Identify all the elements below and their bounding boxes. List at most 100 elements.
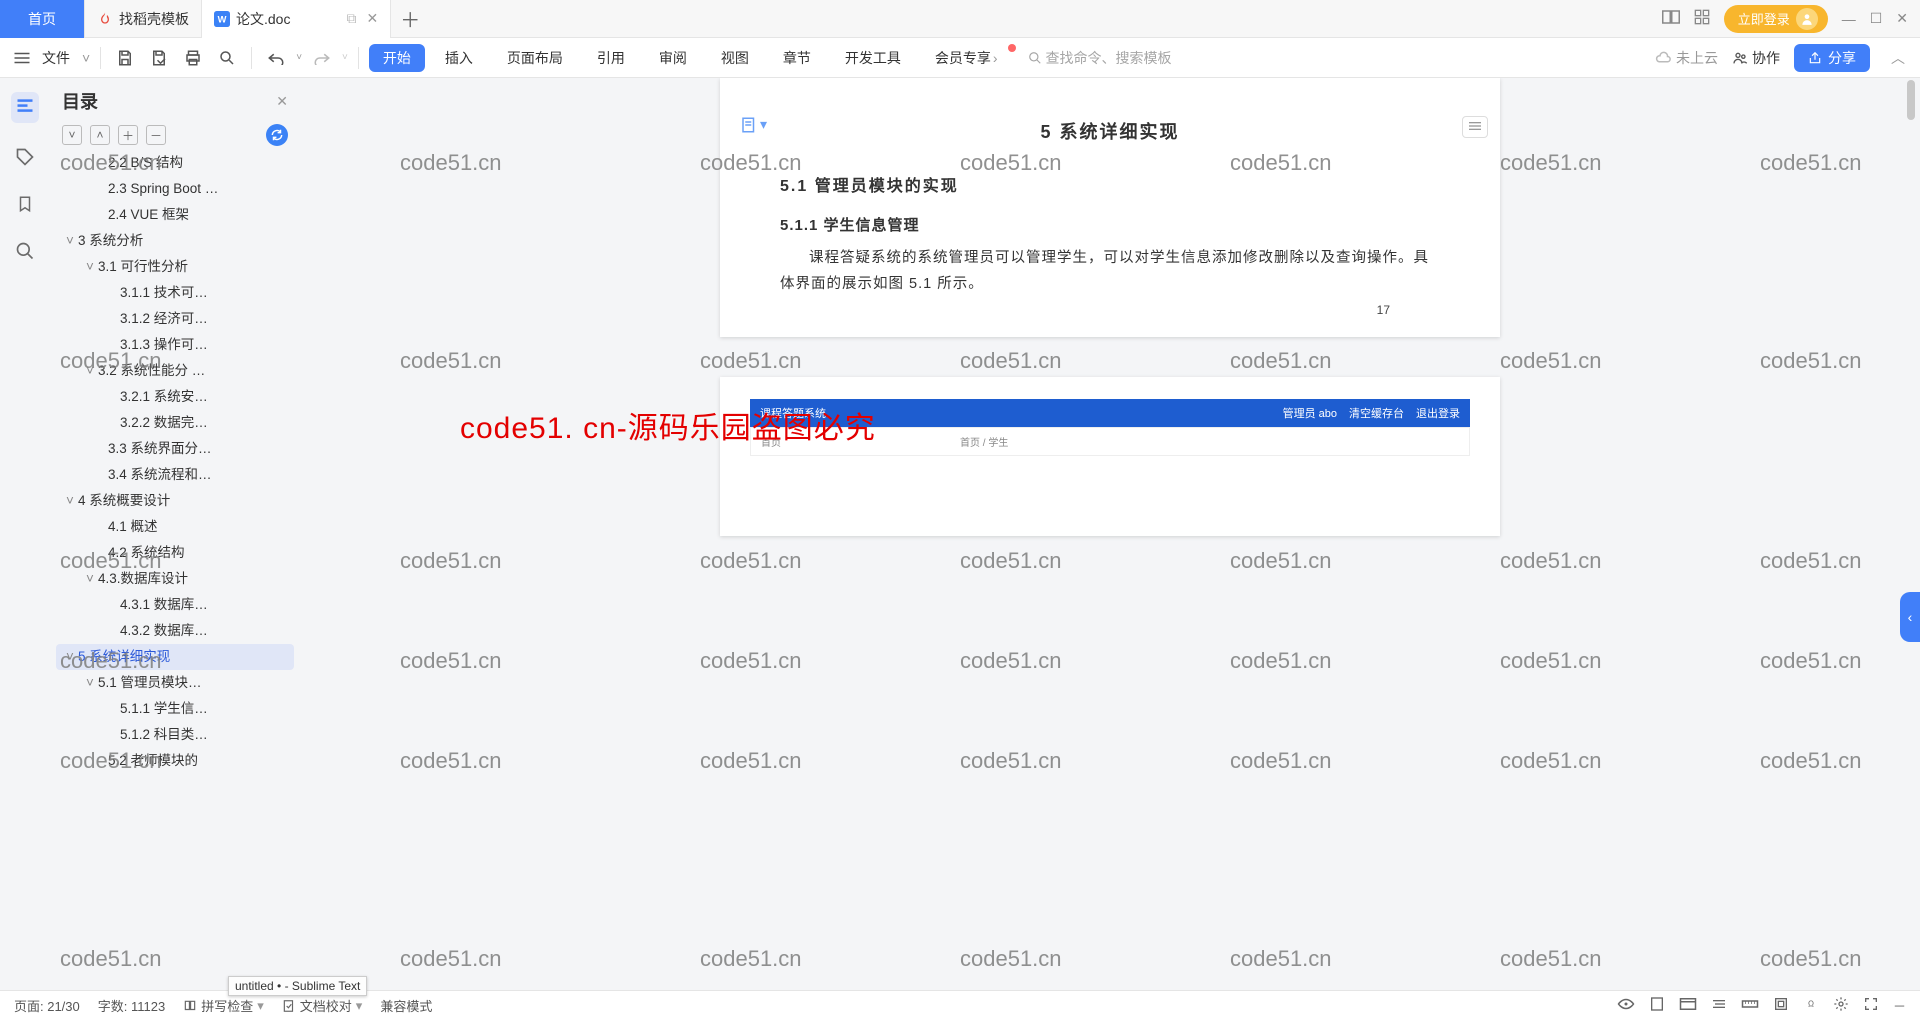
share-icon xyxy=(1808,51,1822,65)
toc-item[interactable]: 4.3.1 数据库… xyxy=(56,592,294,618)
side-rail xyxy=(0,78,50,990)
toc-item[interactable]: ˅3.2 系统性能分 … xyxy=(56,358,294,384)
close-icon[interactable]: ✕ xyxy=(366,10,378,27)
document-canvas[interactable]: ▾ 5 系统详细实现 5.1 管理员模块的实现 5.1.1 学生信息管理 课程答… xyxy=(300,78,1920,990)
bookmark-icon[interactable] xyxy=(16,194,34,217)
file-menu[interactable]: 文件 xyxy=(42,48,70,68)
zoom-out-button[interactable]: － xyxy=(1893,996,1906,1015)
settings-icon[interactable] xyxy=(1833,996,1849,1015)
toc-item[interactable]: ˅4 系统概要设计 xyxy=(56,488,294,514)
vertical-scrollbar[interactable] xyxy=(1904,80,1918,986)
toc-item[interactable]: 3.1.3 操作可… xyxy=(56,332,294,358)
toc-item[interactable]: 5.1.1 学生信… xyxy=(56,696,294,722)
compat-mode[interactable]: 兼容模式 xyxy=(380,996,432,1015)
toc-item[interactable]: 2.3 Spring Boot … xyxy=(56,176,294,202)
separator xyxy=(358,47,359,69)
toc-item[interactable]: 3.1.2 经济可… xyxy=(56,306,294,332)
spellcheck-toggle[interactable]: 拼写检查▾ xyxy=(183,996,264,1015)
grid-icon[interactable] xyxy=(1694,9,1710,28)
collab-button[interactable]: 协作 xyxy=(1732,48,1780,68)
separator xyxy=(251,47,252,69)
close-icon[interactable]: ✕ xyxy=(276,93,288,110)
menu-insert[interactable]: 插入 xyxy=(431,38,487,78)
toc-item[interactable]: ˅4.3.数据库设计 xyxy=(56,566,294,592)
toc-item[interactable]: 3.3 系统界面分… xyxy=(56,436,294,462)
login-button[interactable]: 立即登录 xyxy=(1724,5,1828,33)
side-drawer-handle[interactable]: ‹ xyxy=(1900,592,1920,642)
sync-icon[interactable] xyxy=(266,124,288,146)
undo-icon[interactable] xyxy=(262,44,290,72)
toc-item[interactable]: 3.4 系统流程和… xyxy=(56,462,294,488)
chevron-down-icon[interactable]: ˅ xyxy=(296,52,302,63)
toc-controls: ˅ ˄ ＋ － xyxy=(56,120,294,150)
save-icon[interactable] xyxy=(111,44,139,72)
toc-item[interactable]: 2.4 VUE 框架 xyxy=(56,202,294,228)
tab-pip-icon[interactable]: ⧉ xyxy=(346,10,356,27)
page-tool-left-icon[interactable]: ▾ xyxy=(740,116,767,134)
menu-page-layout[interactable]: 页面布局 xyxy=(493,38,577,78)
outline-icon[interactable] xyxy=(11,92,39,123)
view-outline-icon[interactable] xyxy=(1711,997,1727,1014)
tab-home[interactable]: 首页 xyxy=(0,0,85,38)
toc-item[interactable]: 3.2.2 数据完… xyxy=(56,410,294,436)
search-input[interactable]: 查找命令、搜索模板 xyxy=(1028,48,1172,68)
view-page-icon[interactable] xyxy=(1649,996,1665,1015)
page-indicator[interactable]: 页面: 21/30 xyxy=(14,996,80,1015)
menu-start[interactable]: 开始 xyxy=(369,44,425,72)
view-web-icon[interactable] xyxy=(1679,997,1697,1014)
save-as-icon[interactable] xyxy=(145,44,173,72)
toc-item[interactable]: ˅5.1 管理员模块… xyxy=(56,670,294,696)
toc-item[interactable]: ˅3.1 可行性分析 xyxy=(56,254,294,280)
menu-devtools[interactable]: 开发工具 xyxy=(831,38,915,78)
add-heading-icon[interactable]: ＋ xyxy=(118,125,138,145)
toc-item[interactable]: 5.2 老师模块的 xyxy=(56,748,294,774)
proofread-toggle[interactable]: 文档校对▾ xyxy=(282,996,363,1015)
toc-item[interactable]: ˅5 系统详细实现 xyxy=(56,644,294,670)
collapse-ribbon-icon[interactable]: ︿ xyxy=(1884,44,1912,72)
collapse-all-icon[interactable]: ˅ xyxy=(62,125,82,145)
print-icon[interactable] xyxy=(179,44,207,72)
cloud-icon xyxy=(1654,51,1672,65)
new-tab-button[interactable]: ＋ xyxy=(391,4,429,33)
tag-icon[interactable] xyxy=(15,147,35,170)
toc-item[interactable]: 5.1.2 科目类… xyxy=(56,722,294,748)
cloud-status[interactable]: 未上云 xyxy=(1654,48,1718,68)
page-tool-right-icon[interactable] xyxy=(1462,116,1488,138)
ruler-icon[interactable] xyxy=(1741,997,1759,1014)
eye-icon[interactable] xyxy=(1617,997,1635,1014)
toc-item[interactable]: 4.3.2 数据库… xyxy=(56,618,294,644)
redo-icon[interactable] xyxy=(308,44,336,72)
chevron-down-icon[interactable]: ˅ xyxy=(82,50,90,66)
menu-references[interactable]: 引用 xyxy=(583,38,639,78)
share-button[interactable]: 分享 xyxy=(1794,44,1870,72)
doc-paragraph: 课程答疑系统的系统管理员可以管理学生，可以对学生信息添加修改删除以及查询操作。具… xyxy=(780,245,1440,297)
scrollbar-thumb[interactable] xyxy=(1907,80,1915,120)
close-window-button[interactable]: ✕ xyxy=(1896,10,1908,27)
hamburger-icon[interactable] xyxy=(8,44,36,72)
menu-chapter[interactable]: 章节 xyxy=(769,38,825,78)
zoom-100-icon[interactable]: Ω xyxy=(1803,996,1819,1015)
menu-view[interactable]: 视图 xyxy=(707,38,763,78)
toc-item[interactable]: ˅3 系统分析 xyxy=(56,228,294,254)
toc-item[interactable]: 3.2.1 系统安… xyxy=(56,384,294,410)
toc-item[interactable]: 4.2 系统结构 xyxy=(56,540,294,566)
zoom-fit-icon[interactable] xyxy=(1773,996,1789,1015)
tab-document[interactable]: W 论文.doc ⧉ ✕ xyxy=(202,0,391,38)
maximize-button[interactable]: ☐ xyxy=(1870,10,1883,27)
search-rail-icon[interactable] xyxy=(15,241,35,264)
remove-heading-icon[interactable]: － xyxy=(146,125,166,145)
svg-text:Ω: Ω xyxy=(1808,1000,1814,1009)
toc-item[interactable]: 2.2 B/S 结构 xyxy=(56,150,294,176)
minimize-button[interactable]: — xyxy=(1842,11,1856,27)
fullscreen-icon[interactable] xyxy=(1863,996,1879,1015)
menu-review[interactable]: 审阅 xyxy=(645,38,701,78)
expand-all-icon[interactable]: ˄ xyxy=(90,125,110,145)
word-count[interactable]: 字数: 11123 xyxy=(98,996,165,1015)
toc-item[interactable]: 3.1.1 技术可… xyxy=(56,280,294,306)
toc-panel: 目录 ✕ ˅ ˄ ＋ － 2.2 B/S 结构2.3 Spring Boot …… xyxy=(50,78,300,990)
toc-item[interactable]: 4.1 概述 xyxy=(56,514,294,540)
menu-member[interactable]: 会员专享› xyxy=(921,38,1012,78)
tab-template[interactable]: 找稻壳模板 xyxy=(85,0,202,38)
print-preview-icon[interactable] xyxy=(213,44,241,72)
layout-icon[interactable] xyxy=(1662,10,1680,27)
